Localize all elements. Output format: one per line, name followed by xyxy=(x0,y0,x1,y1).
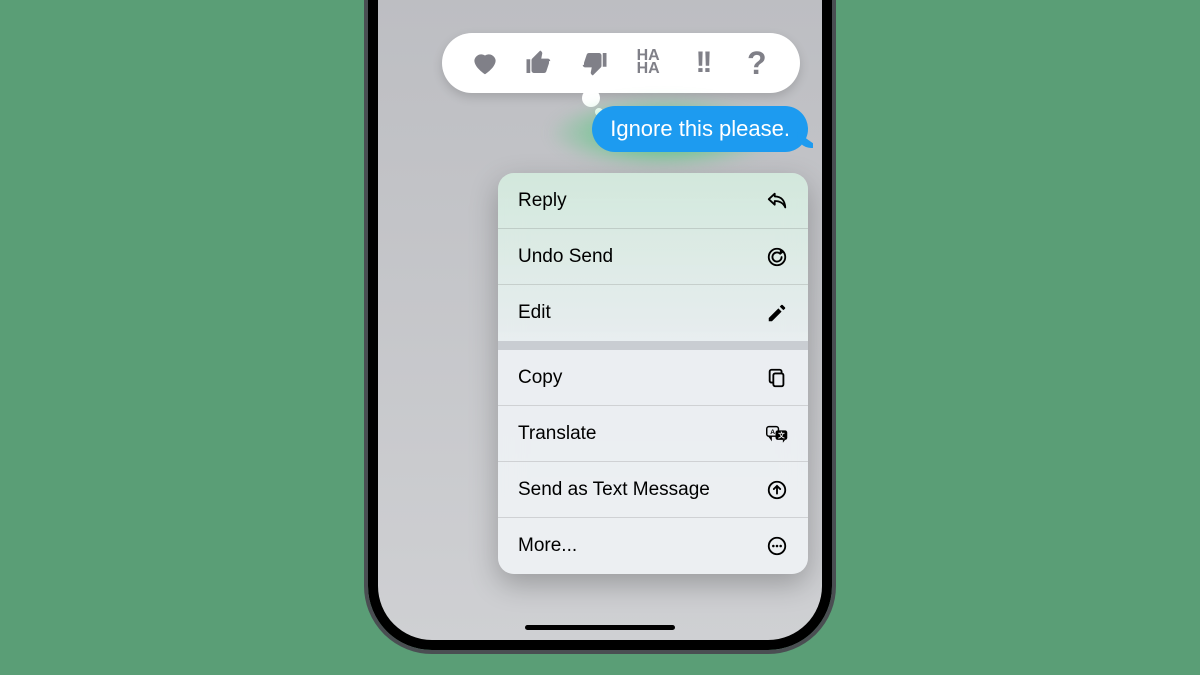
menu-edit[interactable]: Edit xyxy=(498,285,808,341)
tapback-emphasize[interactable]: !! xyxy=(685,46,719,80)
copy-icon xyxy=(766,367,788,389)
menu-send-as-text-label: Send as Text Message xyxy=(518,479,710,501)
iphone-screen: HAHA !! ? Ignore this please. Reply xyxy=(378,0,822,640)
menu-translate[interactable]: Translate A 文 xyxy=(498,406,808,462)
menu-more[interactable]: More... xyxy=(498,518,808,574)
page-background: HAHA !! ? Ignore this please. Reply xyxy=(0,0,1200,675)
svg-text:文: 文 xyxy=(778,430,785,439)
menu-undo-send-label: Undo Send xyxy=(518,246,613,268)
tapback-question[interactable]: ? xyxy=(740,46,774,80)
home-indicator[interactable] xyxy=(525,625,675,630)
heart-icon xyxy=(470,48,500,78)
menu-translate-label: Translate xyxy=(518,423,597,445)
menu-copy[interactable]: Copy xyxy=(498,350,808,406)
menu-copy-label: Copy xyxy=(518,367,562,389)
tapback-like[interactable] xyxy=(522,46,556,80)
menu-more-label: More... xyxy=(518,535,577,557)
arrow-up-circle-icon xyxy=(766,479,788,501)
edit-icon xyxy=(766,302,788,324)
menu-edit-label: Edit xyxy=(518,302,551,324)
thumbs-down-icon xyxy=(579,48,609,78)
tapback-heart[interactable] xyxy=(468,46,502,80)
thumbs-up-icon xyxy=(524,48,554,78)
tapback-bar: HAHA !! ? xyxy=(442,33,800,93)
menu-send-as-text[interactable]: Send as Text Message xyxy=(498,462,808,518)
haha-icon: HAHA xyxy=(637,50,660,76)
iphone-frame: HAHA !! ? Ignore this please. Reply xyxy=(368,0,832,650)
svg-text:A: A xyxy=(770,429,775,436)
menu-undo-send[interactable]: Undo Send xyxy=(498,229,808,285)
tapback-dislike[interactable] xyxy=(577,46,611,80)
menu-group-separator xyxy=(498,341,808,350)
message-bubble: Ignore this please. xyxy=(592,106,808,152)
translate-icon: A 文 xyxy=(766,423,788,445)
menu-reply-label: Reply xyxy=(518,190,567,212)
undo-send-icon xyxy=(766,246,788,268)
ellipsis-circle-icon xyxy=(766,535,788,557)
menu-reply[interactable]: Reply xyxy=(498,173,808,229)
message-text: Ignore this please. xyxy=(610,116,790,141)
tapback-haha[interactable]: HAHA xyxy=(631,46,665,80)
message-context-menu: Reply Undo Send Edit xyxy=(498,173,808,574)
reply-icon xyxy=(766,190,788,212)
selected-message[interactable]: Ignore this please. xyxy=(592,106,808,152)
